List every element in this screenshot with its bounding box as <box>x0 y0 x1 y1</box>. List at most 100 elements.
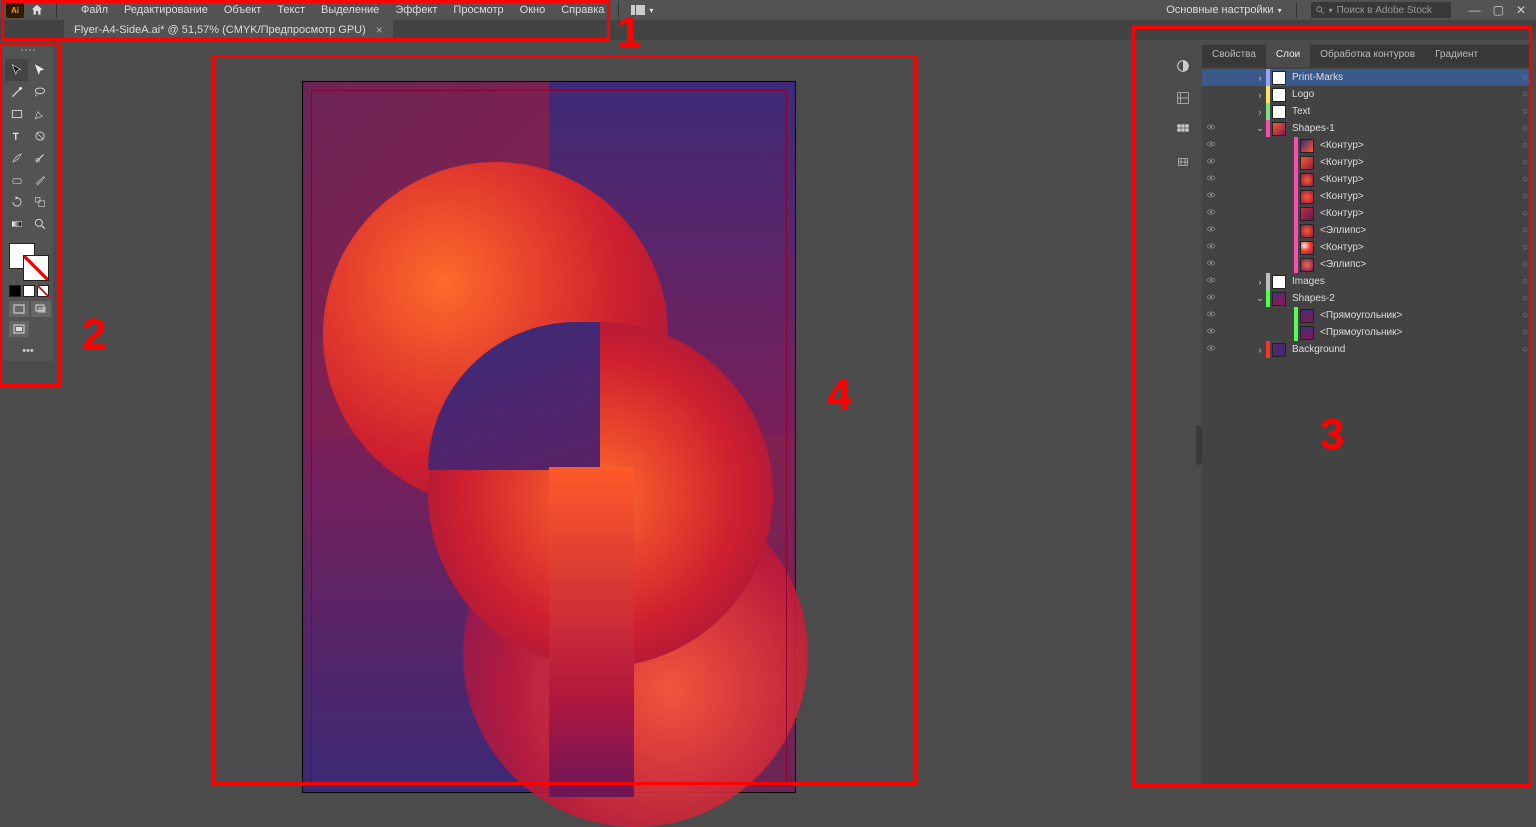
lasso-tool[interactable] <box>28 81 51 103</box>
color-mode-gradient[interactable] <box>23 285 35 297</box>
target-icon[interactable]: ○ <box>1518 174 1532 185</box>
target-icon[interactable]: ○ <box>1518 293 1532 304</box>
target-icon[interactable]: ○ <box>1518 344 1532 355</box>
visibility-toggle[interactable] <box>1202 207 1220 220</box>
color-mode-none[interactable] <box>37 285 49 297</box>
stroke-swatch[interactable] <box>23 255 49 281</box>
layer-row[interactable]: ›Print-Marks○ <box>1202 69 1532 86</box>
visibility-toggle[interactable] <box>1202 309 1220 322</box>
expand-toggle[interactable]: › <box>1254 345 1266 355</box>
menu-help[interactable]: Справка <box>553 1 612 19</box>
menu-select[interactable]: Выделение <box>313 1 387 19</box>
menu-object[interactable]: Объект <box>216 1 269 19</box>
target-icon[interactable]: ○ <box>1518 72 1532 83</box>
document-tab[interactable]: Flyer-A4-SideA.ai* @ 51,57% (CMYK/Предпр… <box>64 20 393 40</box>
close-button[interactable]: ✕ <box>1516 3 1526 17</box>
minimize-button[interactable]: — <box>1469 3 1481 17</box>
target-icon[interactable]: ○ <box>1518 191 1532 202</box>
layer-row[interactable]: <Прямоугольник>○ <box>1202 324 1532 341</box>
target-icon[interactable]: ○ <box>1518 208 1532 219</box>
target-icon[interactable]: ○ <box>1518 89 1532 100</box>
menu-window[interactable]: Окно <box>512 1 554 19</box>
layer-row[interactable]: <Контур>○ <box>1202 188 1532 205</box>
color-mode-solid[interactable] <box>9 285 21 297</box>
libraries-panel-icon[interactable] <box>1174 89 1192 107</box>
tab-gradient[interactable]: Градиент <box>1425 45 1488 67</box>
eyedropper-tool[interactable] <box>28 169 51 191</box>
menu-text[interactable]: Текст <box>269 1 313 19</box>
visibility-toggle[interactable] <box>1202 343 1220 356</box>
close-tab-icon[interactable]: × <box>376 23 383 37</box>
eraser-tool[interactable] <box>5 169 28 191</box>
tab-layers[interactable]: Слои <box>1266 45 1310 67</box>
direct-selection-tool[interactable] <box>28 59 51 81</box>
draw-normal-button[interactable] <box>9 301 29 317</box>
target-icon[interactable]: ○ <box>1518 123 1532 134</box>
artboard[interactable] <box>303 82 795 792</box>
target-icon[interactable]: ○ <box>1518 327 1532 338</box>
target-icon[interactable]: ○ <box>1518 157 1532 168</box>
scale-tool[interactable] <box>28 191 51 213</box>
selection-tool[interactable] <box>5 59 28 81</box>
target-icon[interactable]: ○ <box>1518 225 1532 236</box>
shaper-tool[interactable] <box>28 147 51 169</box>
menu-effect[interactable]: Эффект <box>387 1 445 19</box>
target-icon[interactable]: ○ <box>1518 310 1532 321</box>
pen-tool[interactable] <box>28 103 51 125</box>
edit-toolbar-button[interactable]: ••• <box>5 345 51 357</box>
expand-toggle[interactable]: ⌄ <box>1254 123 1266 134</box>
draw-behind-button[interactable] <box>31 301 51 317</box>
layer-row[interactable]: ⌄Shapes-1○ <box>1202 120 1532 137</box>
gradient-tool[interactable] <box>5 213 28 235</box>
menu-edit[interactable]: Редактирование <box>116 1 216 19</box>
visibility-toggle[interactable] <box>1202 122 1220 135</box>
layer-row[interactable]: ›Logo○ <box>1202 86 1532 103</box>
canvas[interactable] <box>65 40 1138 791</box>
align-panel-icon[interactable] <box>1174 121 1192 139</box>
home-icon[interactable] <box>30 3 44 17</box>
target-icon[interactable]: ○ <box>1518 276 1532 287</box>
screen-mode-button[interactable] <box>9 321 29 337</box>
visibility-toggle[interactable] <box>1202 156 1220 169</box>
menu-view[interactable]: Просмотр <box>445 1 511 19</box>
expand-toggle[interactable]: › <box>1254 73 1266 83</box>
ellipse-tool[interactable] <box>28 125 51 147</box>
panel-resize-handle[interactable] <box>1196 425 1202 465</box>
expand-toggle[interactable]: ⌄ <box>1254 293 1266 304</box>
visibility-toggle[interactable] <box>1202 292 1220 305</box>
layer-row[interactable]: <Прямоугольник>○ <box>1202 307 1532 324</box>
fill-stroke-swatches[interactable] <box>5 241 51 277</box>
expand-toggle[interactable]: › <box>1254 90 1266 100</box>
target-icon[interactable]: ○ <box>1518 259 1532 270</box>
target-icon[interactable]: ○ <box>1518 242 1532 253</box>
stock-search-input[interactable]: ▾ Поиск в Adobe Stock <box>1311 2 1451 18</box>
maximize-button[interactable]: ▢ <box>1493 3 1504 17</box>
rectangle-tool[interactable] <box>5 103 28 125</box>
color-panel-icon[interactable] <box>1174 57 1192 75</box>
layer-row[interactable]: ›Text○ <box>1202 103 1532 120</box>
visibility-toggle[interactable] <box>1202 326 1220 339</box>
menu-file[interactable]: Файл <box>73 1 116 19</box>
layer-row[interactable]: <Контур>○ <box>1202 137 1532 154</box>
visibility-toggle[interactable] <box>1202 241 1220 254</box>
expand-toggle[interactable]: › <box>1254 277 1266 287</box>
visibility-toggle[interactable] <box>1202 258 1220 271</box>
workspace-dropdown[interactable]: Основные настройки ▾ <box>1166 4 1281 16</box>
layer-row[interactable]: ⌄Shapes-2○ <box>1202 290 1532 307</box>
layer-row[interactable]: <Эллипс>○ <box>1202 222 1532 239</box>
transform-panel-icon[interactable] <box>1174 153 1192 171</box>
visibility-toggle[interactable] <box>1202 224 1220 237</box>
target-icon[interactable]: ○ <box>1518 140 1532 151</box>
magic-wand-tool[interactable] <box>5 81 28 103</box>
target-icon[interactable]: ○ <box>1518 106 1532 117</box>
visibility-toggle[interactable] <box>1202 275 1220 288</box>
layer-row[interactable]: <Контур>○ <box>1202 154 1532 171</box>
rotate-tool[interactable] <box>5 191 28 213</box>
expand-toggle[interactable]: › <box>1254 107 1266 117</box>
layer-row[interactable]: ›Images○ <box>1202 273 1532 290</box>
visibility-toggle[interactable] <box>1202 139 1220 152</box>
tab-pathfinder[interactable]: Обработка контуров <box>1310 45 1425 67</box>
type-tool[interactable]: T <box>5 125 28 147</box>
layer-row[interactable]: <Контур>○ <box>1202 239 1532 256</box>
workspace-switcher-icon[interactable]: ▾ <box>631 5 653 15</box>
